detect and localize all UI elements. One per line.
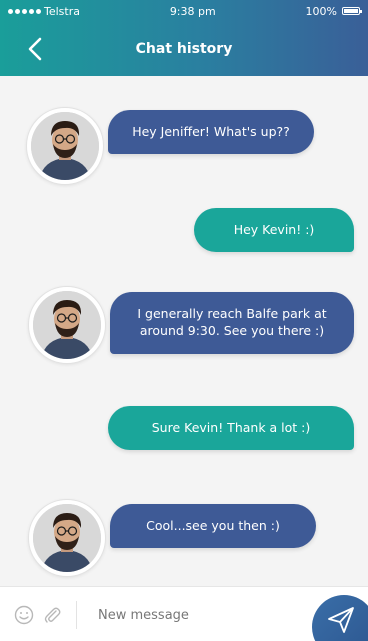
- chevron-left-icon: [28, 37, 42, 61]
- composer-divider: [76, 601, 77, 629]
- avatar-image: [31, 112, 99, 180]
- battery-icon: [342, 7, 362, 15]
- avatar[interactable]: [28, 499, 106, 577]
- message-text: Hey Jeniffer! What's up??: [132, 123, 290, 139]
- signal-icon: [8, 8, 41, 14]
- message-text: Cool...see you then :): [146, 517, 280, 533]
- paper-plane-icon: [328, 607, 354, 633]
- message-input[interactable]: [98, 601, 298, 629]
- emoji-button[interactable]: [14, 605, 34, 625]
- chat-history: Hey Jeniffer! What's up?? Hey Kevin! :) …: [0, 76, 368, 586]
- page-title: Chat history: [135, 41, 233, 57]
- message-text: I generally reach Balfe park at around 9…: [137, 306, 327, 338]
- status-time: 9:38 pm: [169, 4, 216, 18]
- back-button[interactable]: [24, 36, 48, 62]
- carrier-name: Telstra: [44, 4, 80, 18]
- message-text: Sure Kevin! Thank a lot :): [151, 419, 311, 435]
- avatar[interactable]: [28, 286, 106, 364]
- carrier-group: Telstra: [8, 5, 80, 18]
- message-text: Hey Kevin! :): [233, 221, 315, 237]
- paperclip-icon: [44, 607, 61, 623]
- avatar-image: [33, 504, 101, 572]
- battery-percent: 100%: [305, 4, 337, 18]
- battery-group: 100%: [305, 4, 362, 18]
- message-outgoing[interactable]: Sure Kevin! Thank a lot :): [108, 406, 354, 450]
- avatar-image: [33, 291, 101, 359]
- message-incoming[interactable]: Cool...see you then :): [110, 504, 316, 548]
- avatar[interactable]: [26, 107, 104, 185]
- message-composer: [0, 586, 368, 641]
- send-button[interactable]: [312, 595, 368, 641]
- attach-button[interactable]: [42, 605, 62, 625]
- message-incoming[interactable]: Hey Jeniffer! What's up??: [108, 110, 314, 154]
- header-bar: Chat history: [0, 22, 368, 76]
- message-outgoing[interactable]: Hey Kevin! :): [194, 208, 354, 252]
- message-incoming[interactable]: I generally reach Balfe park at around 9…: [110, 292, 354, 354]
- status-bar: Telstra 9:38 pm 100%: [0, 0, 368, 22]
- smiley-icon: [14, 605, 34, 625]
